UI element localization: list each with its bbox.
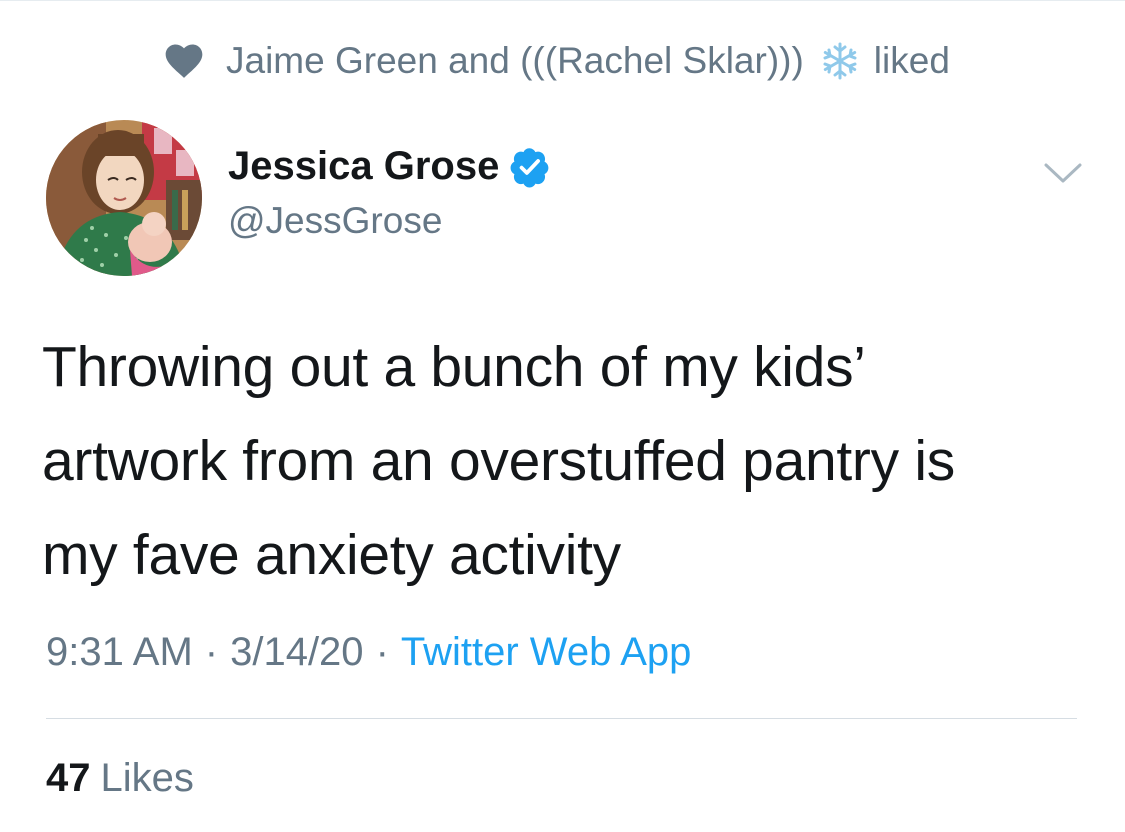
- tweet-text-line: artwork from an overstuffed pantry is: [42, 429, 955, 493]
- display-name[interactable]: Jessica Grose: [228, 144, 499, 189]
- avatar[interactable]: [46, 120, 202, 276]
- tweet-meta: 9:31 AM · 3/14/20 · Twitter Web App: [46, 630, 691, 675]
- tweet-time[interactable]: 9:31 AM: [46, 630, 193, 674]
- tweet-text-line: my fave anxiety activity: [42, 523, 621, 587]
- author-name-row[interactable]: Jessica Grose: [228, 144, 551, 189]
- likes-stat[interactable]: 47 Likes: [46, 756, 194, 801]
- tweet-source-link[interactable]: Twitter Web App: [401, 630, 692, 674]
- tweet-text: Throwing out a bunch of my kids’ artwork…: [42, 320, 1092, 602]
- chevron-down-icon[interactable]: [1040, 156, 1086, 190]
- likes-label: Likes: [100, 756, 194, 800]
- meta-separator: ·: [375, 630, 389, 674]
- snowflake-icon: [823, 42, 857, 80]
- action-text: liked: [873, 40, 950, 81]
- tweet-text-line: Throwing out a bunch of my kids’: [42, 335, 866, 399]
- illustrated-avatar: [46, 120, 202, 276]
- heart-icon: [165, 44, 203, 78]
- social-context: Jaime Green and (((Rachel Sklar))) liked: [162, 36, 950, 86]
- divider: [46, 718, 1077, 719]
- author-handle[interactable]: @JessGrose: [228, 200, 442, 242]
- tweet-date[interactable]: 3/14/20: [230, 630, 363, 674]
- likes-count: 47: [46, 756, 91, 800]
- verified-badge-icon: [510, 147, 549, 187]
- meta-separator: ·: [204, 630, 219, 674]
- likers-text[interactable]: Jaime Green and (((Rachel Sklar))): [226, 40, 804, 82]
- top-divider: [0, 0, 1125, 1]
